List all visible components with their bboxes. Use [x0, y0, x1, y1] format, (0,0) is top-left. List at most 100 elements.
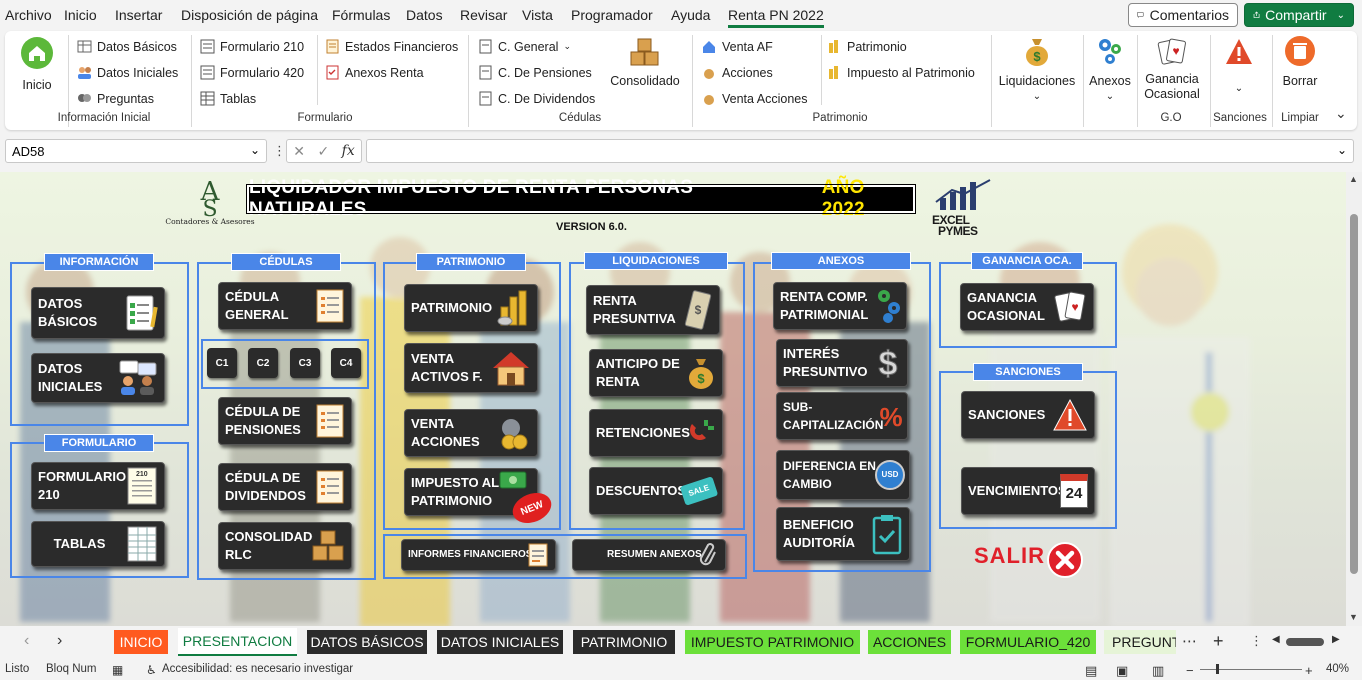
c-dividendos-ribbon[interactable]: C. De Dividendos	[478, 91, 595, 106]
sheet-tab-datos-basicos[interactable]: DATOS BÁSICOS	[307, 630, 427, 654]
sheet-tab-acciones[interactable]: ACCIONES	[868, 630, 951, 654]
zoom-out-icon[interactable]: −	[1186, 663, 1194, 678]
fx-icon[interactable]: fx	[342, 143, 355, 159]
diferencia-cambio-tile[interactable]: DIFERENCIA EN CAMBIO USD	[776, 450, 910, 500]
more-options-icon[interactable]: ⋮	[273, 143, 286, 159]
impuesto-patrimonio-ribbon[interactable]: Impuesto al Patrimonio	[827, 65, 975, 80]
sanciones-tile[interactable]: SANCIONES	[961, 391, 1095, 439]
menu-programador[interactable]: Programador	[571, 7, 653, 23]
formulario-420-ribbon[interactable]: Formulario 420	[200, 65, 304, 80]
menu-renta-pn-2022[interactable]: Renta PN 2022	[728, 7, 824, 28]
cedula-pensiones-tile[interactable]: CÉDULA DE PENSIONES	[218, 397, 352, 445]
venta-acciones-ribbon[interactable]: Venta Acciones	[702, 91, 807, 106]
zoom-level[interactable]: 40%	[1326, 663, 1349, 675]
c1-button[interactable]: C1	[207, 348, 237, 378]
scroll-down-icon[interactable]: ▼	[1349, 612, 1358, 622]
prev-sheet-icon[interactable]: ‹	[24, 632, 29, 650]
estados-financieros-ribbon[interactable]: Estados Financieros	[325, 39, 458, 54]
anticipo-renta-tile[interactable]: ANTICIPO DE RENTA $	[589, 349, 723, 397]
datos-basicos-tile[interactable]: DATOS BÁSICOS	[31, 287, 165, 339]
acciones-ribbon[interactable]: Acciones	[702, 65, 773, 80]
sheet-tab-datos-iniciales[interactable]: DATOS INICIALES	[437, 630, 563, 654]
renta-presuntiva-tile[interactable]: RENTA PRESUNTIVA $	[586, 285, 720, 335]
scrollbar-thumb[interactable]	[1350, 214, 1358, 574]
menu-insertar[interactable]: Insertar	[115, 7, 162, 23]
menu-formulas[interactable]: Fórmulas	[332, 7, 390, 23]
menu-revisar[interactable]: Revisar	[460, 7, 507, 23]
venta-activos-tile[interactable]: VENTA ACTIVOS F.	[404, 343, 538, 393]
menu-vista[interactable]: Vista	[522, 7, 553, 23]
zoom-slider-thumb[interactable]	[1216, 664, 1219, 674]
sheet-tab-presentacion[interactable]: PRESENTACION	[178, 628, 297, 656]
salir-button[interactable]: SALIR	[974, 543, 1045, 569]
cancel-icon[interactable]: ✕	[293, 143, 305, 160]
formulario-210-ribbon[interactable]: Formulario 210	[200, 39, 304, 54]
name-box[interactable]: AD58 ⌄	[5, 139, 267, 163]
horizontal-scrollbar[interactable]: ◀ ▶	[1272, 634, 1344, 648]
venta-af-ribbon[interactable]: Venta AF	[702, 39, 773, 54]
macro-record-icon[interactable]: ▦	[112, 663, 123, 677]
sheet-tab-formulario-420[interactable]: FORMULARIO_420	[960, 630, 1096, 654]
venta-acciones-tile[interactable]: VENTA ACCIONES	[404, 409, 538, 457]
enter-icon[interactable]: ✓	[317, 143, 329, 160]
interes-presuntivo-tile[interactable]: INTERÉS PRESUNTIVO $	[776, 339, 908, 387]
menu-archivo[interactable]: Archivo	[5, 7, 52, 23]
patrimonio-ribbon[interactable]: Patrimonio	[827, 39, 907, 54]
consolidado-ribbon-button[interactable]: Consolidado	[608, 37, 682, 89]
descuentos-tile[interactable]: DESCUENTOS SALE	[589, 467, 723, 515]
vertical-scrollbar[interactable]: ▲ ▼	[1346, 172, 1362, 626]
share-button[interactable]: Compartir ⌄	[1244, 3, 1354, 27]
page-break-icon[interactable]: ▥	[1152, 663, 1164, 679]
menu-datos[interactable]: Datos	[406, 7, 443, 23]
inicio-ribbon-button[interactable]: Inicio	[15, 36, 59, 93]
patrimonio-tile[interactable]: PATRIMONIO	[404, 284, 538, 332]
sanciones-ribbon-button[interactable]: ⌄	[1217, 37, 1261, 96]
menu-ayuda[interactable]: Ayuda	[671, 7, 710, 23]
sheet-tab-preguntas[interactable]: PREGUNT	[1104, 630, 1176, 654]
vencimientos-tile[interactable]: VENCIMIENTOS 24	[961, 467, 1095, 515]
status-accessibility[interactable]: Accesibilidad: es necesario investigar	[162, 663, 353, 675]
formulario-210-tile[interactable]: FORMULARIO 210 210	[31, 462, 165, 510]
subcapitalizacion-tile[interactable]: SUB- CAPITALIZACIÓN %	[776, 392, 908, 440]
anexos-ribbon-button[interactable]: Anexos ⌄	[1085, 35, 1135, 104]
datos-iniciales-ribbon[interactable]: Datos Iniciales	[77, 65, 178, 80]
cedula-dividendos-tile[interactable]: CÉDULA DE DIVIDENDOS	[218, 463, 352, 511]
preguntas-ribbon[interactable]: Preguntas	[77, 91, 154, 106]
normal-view-icon[interactable]: ▤	[1085, 663, 1097, 679]
c-pensiones-ribbon[interactable]: C. De Pensiones	[478, 65, 592, 80]
c3-button[interactable]: C3	[290, 348, 320, 378]
retenciones-tile[interactable]: RETENCIONES	[589, 409, 723, 457]
scroll-right-icon[interactable]: ▶	[1332, 634, 1340, 645]
page-layout-icon[interactable]: ▣	[1116, 663, 1128, 679]
c-general-ribbon[interactable]: C. General ⌄	[478, 39, 571, 54]
accessibility-icon[interactable]: ♿	[146, 663, 157, 677]
zoom-slider[interactable]	[1200, 664, 1302, 674]
c4-button[interactable]: C4	[331, 348, 361, 378]
tablas-ribbon[interactable]: Tablas	[200, 91, 256, 106]
anexos-renta-ribbon[interactable]: Anexos Renta	[325, 65, 424, 80]
tablas-tile[interactable]: TABLAS	[31, 521, 165, 567]
ganancia-ocasional-ribbon-button[interactable]: ♥ Ganancia Ocasional	[1141, 35, 1203, 102]
consolidado-rlc-tile[interactable]: CONSOLIDADO RLC	[218, 522, 352, 570]
resumen-anexos-tile[interactable]: RESUMEN ANEXOS	[572, 539, 726, 571]
borrar-ribbon-button[interactable]: Borrar	[1275, 35, 1325, 89]
beneficio-auditoria-tile[interactable]: BENEFICIO AUDITORÍA	[776, 507, 910, 561]
datos-basicos-ribbon[interactable]: Datos Básicos	[77, 39, 177, 54]
comments-button[interactable]: Comentarios	[1128, 3, 1238, 27]
liquidaciones-ribbon-button[interactable]: $ Liquidaciones ⌄	[993, 35, 1081, 104]
sheet-tab-inicio[interactable]: INICIO	[114, 630, 168, 654]
formula-input[interactable]: ⌄	[366, 139, 1354, 163]
c2-button[interactable]: C2	[248, 348, 278, 378]
hscroll-thumb[interactable]	[1286, 638, 1324, 646]
options-icon[interactable]: ⋮	[1250, 633, 1263, 649]
renta-comp-patrimonial-tile[interactable]: RENTA COMP. PATRIMONIAL	[773, 282, 907, 330]
menu-disposicion[interactable]: Disposición de página	[181, 7, 318, 23]
informes-financieros-tile[interactable]: INFORMES FINANCIEROS	[401, 539, 556, 571]
datos-iniciales-tile[interactable]: DATOS INICIALES	[31, 353, 165, 403]
scroll-left-icon[interactable]: ◀	[1272, 634, 1280, 645]
more-sheets-icon[interactable]: ⋯	[1182, 632, 1197, 650]
cedula-general-tile[interactable]: CÉDULA GENERAL	[218, 282, 352, 330]
zoom-in-icon[interactable]: +	[1305, 663, 1313, 678]
close-x-icon[interactable]	[1047, 542, 1083, 578]
sheet-tab-impuesto-patrimonio[interactable]: IMPUESTO PATRIMONIO	[685, 630, 860, 654]
